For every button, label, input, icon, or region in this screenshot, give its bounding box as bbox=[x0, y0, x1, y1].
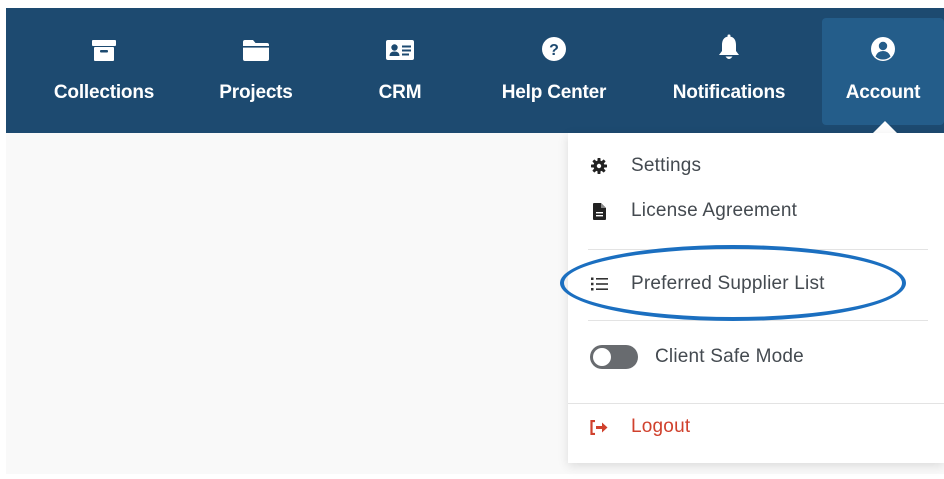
nav-label-notifications: Notifications bbox=[672, 82, 786, 103]
nav-item-account[interactable]: Account bbox=[822, 18, 944, 125]
menu-divider bbox=[568, 403, 944, 404]
preferred-supplier-list-menu-item[interactable]: Preferred Supplier List bbox=[590, 273, 825, 295]
nav-label-collections: Collections bbox=[53, 82, 155, 103]
nav-item-notifications[interactable]: Notifications bbox=[654, 18, 804, 125]
license-agreement-label: License Agreement bbox=[631, 200, 798, 221]
nav-item-crm[interactable]: CRM bbox=[358, 18, 442, 125]
logout-label: Logout bbox=[631, 416, 691, 437]
document-icon bbox=[590, 202, 608, 220]
sign-out-icon bbox=[590, 419, 608, 435]
nav-item-projects[interactable]: Projects bbox=[204, 18, 308, 125]
menu-divider bbox=[588, 249, 928, 250]
settings-menu-item[interactable]: Settings bbox=[590, 155, 701, 177]
contact-card-icon bbox=[385, 18, 415, 62]
logout-menu-item[interactable]: Logout bbox=[590, 416, 690, 438]
gear-icon bbox=[590, 158, 608, 174]
client-safe-mode-switch[interactable] bbox=[590, 345, 638, 369]
nav-label-help-center: Help Center bbox=[501, 82, 607, 103]
nav-label-account: Account bbox=[845, 82, 921, 103]
client-safe-mode-toggle-item[interactable]: Client Safe Mode bbox=[590, 345, 804, 369]
account-dropdown-menu: Settings License Agreement Preferred Sup… bbox=[568, 133, 944, 463]
client-safe-mode-label: Client Safe Mode bbox=[655, 346, 804, 367]
question-circle-icon: ? bbox=[541, 18, 567, 62]
settings-label: Settings bbox=[631, 155, 702, 176]
list-icon bbox=[590, 277, 608, 291]
nav-label-projects: Projects bbox=[219, 82, 293, 103]
archive-box-icon bbox=[91, 18, 117, 62]
preferred-supplier-list-label: Preferred Supplier List bbox=[631, 273, 825, 294]
nav-label-crm: CRM bbox=[378, 82, 422, 103]
page-background: Collections Projects CRM ? Help Center N… bbox=[6, 8, 944, 474]
menu-divider bbox=[588, 320, 928, 321]
dropdown-caret bbox=[873, 121, 897, 133]
nav-item-collections[interactable]: Collections bbox=[42, 18, 166, 125]
license-agreement-menu-item[interactable]: License Agreement bbox=[590, 200, 797, 222]
toggle-knob bbox=[593, 348, 611, 366]
bell-icon bbox=[717, 18, 741, 62]
nav-item-help-center[interactable]: ? Help Center bbox=[483, 18, 625, 125]
top-navigation-bar: Collections Projects CRM ? Help Center N… bbox=[6, 8, 944, 133]
folder-icon bbox=[242, 18, 270, 62]
user-circle-icon bbox=[870, 18, 896, 62]
svg-text:?: ? bbox=[549, 42, 559, 59]
